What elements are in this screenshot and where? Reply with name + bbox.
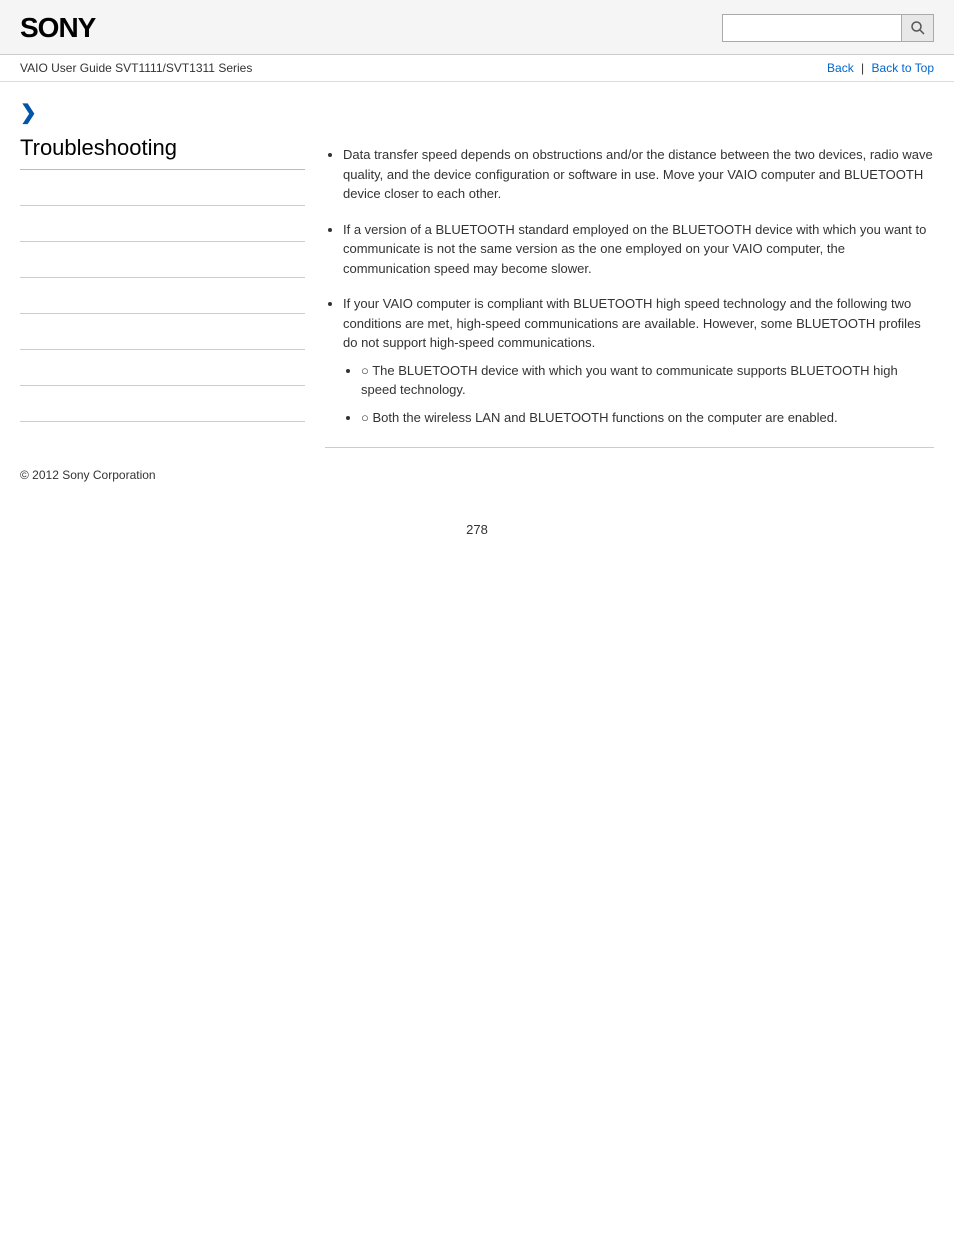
sidebar-item [20, 278, 305, 314]
footer: © 2012 Sony Corporation [0, 448, 954, 502]
sub-bullet-text-2: Both the wireless LAN and BLUETOOTH func… [372, 410, 837, 425]
bullet-text-3: If your VAIO computer is compliant with … [343, 296, 921, 350]
chevron-icon: ❯ [20, 102, 37, 124]
main-content: Troubleshooting Data transfer speed depe… [0, 135, 954, 448]
sub-bullet-text-1: The BLUETOOTH device with which you want… [361, 363, 898, 398]
search-input[interactable] [722, 14, 902, 42]
back-link[interactable]: Back [827, 61, 854, 75]
sidebar-title: Troubleshooting [20, 135, 305, 170]
list-item: If a version of a BLUETOOTH standard emp… [343, 220, 934, 279]
sidebar-item [20, 206, 305, 242]
nav-separator: | [861, 61, 864, 75]
sub-list-item: The BLUETOOTH device with which you want… [361, 361, 934, 400]
page-header: SONY [0, 0, 954, 55]
content-area: Data transfer speed depends on obstructi… [325, 135, 934, 448]
content-list: Data transfer speed depends on obstructi… [325, 145, 934, 427]
sidebar-item [20, 242, 305, 278]
sidebar-item [20, 350, 305, 386]
sidebar-item [20, 386, 305, 422]
breadcrumb: VAIO User Guide SVT1111/SVT1311 Series [20, 61, 252, 75]
list-item: If your VAIO computer is compliant with … [343, 294, 934, 427]
list-item: Data transfer speed depends on obstructi… [343, 145, 934, 204]
sidebar-item [20, 314, 305, 350]
search-area [722, 14, 934, 42]
content-divider [325, 447, 934, 448]
search-button[interactable] [902, 14, 934, 42]
sub-list: The BLUETOOTH device with which you want… [343, 361, 934, 428]
sidebar: Troubleshooting [20, 135, 305, 448]
bullet-text-2: If a version of a BLUETOOTH standard emp… [343, 222, 926, 276]
nav-bar: VAIO User Guide SVT1111/SVT1311 Series B… [0, 55, 954, 82]
sony-logo: SONY [20, 12, 95, 44]
copyright-text: © 2012 Sony Corporation [20, 468, 156, 482]
page-number: 278 [0, 502, 954, 557]
chevron-row: ❯ [0, 82, 954, 135]
sidebar-item [20, 170, 305, 206]
search-icon [910, 20, 926, 36]
nav-links: Back | Back to Top [827, 61, 934, 75]
sub-list-item: Both the wireless LAN and BLUETOOTH func… [361, 408, 934, 428]
bullet-text-1: Data transfer speed depends on obstructi… [343, 147, 933, 201]
back-to-top-link[interactable]: Back to Top [872, 61, 934, 75]
